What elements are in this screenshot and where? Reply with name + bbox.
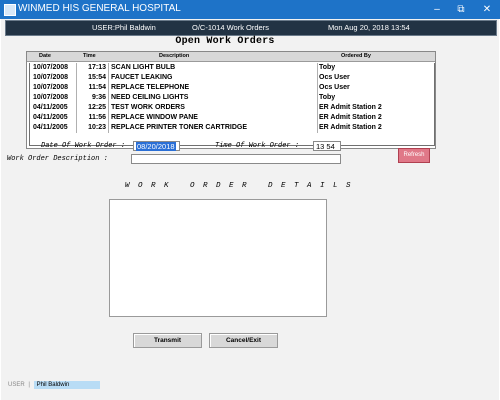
- description-label: Work Order Description :: [7, 155, 108, 163]
- cell-description: REPLACE WINDOW PANE: [111, 114, 198, 121]
- status-user: Phil Baldwin: [33, 381, 100, 389]
- cell-time: 10:23: [88, 124, 106, 131]
- cell-date: 04/11/2005: [33, 114, 68, 121]
- window-title: WINMED HIS GENERAL HOSPITAL: [18, 3, 181, 14]
- description-field[interactable]: [131, 154, 341, 164]
- info-user: USER:Phil Baldwin: [92, 23, 156, 32]
- header-description[interactable]: Description: [159, 53, 189, 59]
- cell-date: 10/07/2008: [33, 64, 69, 71]
- table-row[interactable]: 10/07/2008 15:54 FAUCET LEAKING Ocs User: [30, 74, 434, 84]
- status-bar: USER | Phil Baldwin: [8, 381, 100, 389]
- cell-date: 10/07/2008: [33, 94, 69, 101]
- cell-ordered-by: Ocs User: [319, 84, 350, 91]
- header-time[interactable]: Time: [83, 53, 96, 59]
- app-icon: [4, 4, 16, 16]
- cell-description: SCAN LIGHT BULB: [111, 64, 176, 71]
- cell-time: 17:13: [88, 64, 106, 71]
- cell-date: 04/11/2005: [33, 104, 68, 111]
- status-label: USER: [8, 382, 25, 388]
- date-field[interactable]: 08/20/2018: [133, 141, 180, 151]
- cell-description: FAUCET LEAKING: [111, 74, 173, 81]
- table-row[interactable]: 04/11/2005 11:56 REPLACE WINDOW PANE ER …: [30, 114, 434, 124]
- header-date[interactable]: Date: [39, 53, 51, 59]
- table-header: Date Time Description Ordered By: [27, 52, 435, 62]
- cell-ordered-by: Toby: [319, 94, 336, 101]
- details-textarea[interactable]: [109, 199, 327, 317]
- date-label: Date Of Work Order :: [41, 142, 126, 150]
- info-datetime: Mon Aug 20, 2018 13:54: [328, 23, 410, 32]
- cell-ordered-by: ER Admit Station 2: [319, 104, 382, 111]
- cell-description: TEST WORK ORDERS: [111, 104, 185, 111]
- cell-description: REPLACE TELEPHONE: [111, 84, 190, 91]
- table-row[interactable]: 10/07/2008 9:36 NEED CEILING LIGHTS Toby: [30, 94, 434, 104]
- status-separator: |: [28, 382, 30, 388]
- cell-time: 11:56: [88, 114, 106, 121]
- time-field[interactable]: 13 54: [313, 141, 341, 151]
- table-row[interactable]: 10/07/2008 11:54 REPLACE TELEPHONE Ocs U…: [30, 84, 434, 94]
- info-bar: USER:Phil Baldwin O/C-1014 Work Orders M…: [5, 20, 497, 36]
- details-heading: WORK ORDER DETAILS: [125, 182, 360, 190]
- cell-time: 15:54: [88, 74, 106, 81]
- table-body: 10/07/2008 17:13 SCAN LIGHT BULB Toby 10…: [29, 63, 435, 146]
- time-label: Time Of Work Order :: [215, 142, 300, 150]
- cell-time: 9:36: [91, 94, 106, 101]
- transmit-button[interactable]: Transmit: [133, 333, 202, 348]
- table-row[interactable]: 04/11/2005 12:25 TEST WORK ORDERS ER Adm…: [30, 104, 434, 114]
- info-screen-name: O/C-1014 Work Orders: [192, 23, 269, 32]
- table-row[interactable]: 10/07/2008 17:13 SCAN LIGHT BULB Toby: [30, 64, 434, 74]
- close-button[interactable]: ✕: [474, 0, 500, 19]
- table-row[interactable]: 04/11/2005 10:23 REPLACE PRINTER TONER C…: [30, 124, 434, 134]
- cell-description: REPLACE PRINTER TONER CARTRIDGE: [111, 124, 247, 131]
- cell-time: 11:54: [88, 84, 106, 91]
- cell-ordered-by: ER Admit Station 2: [319, 124, 382, 131]
- window-titlebar[interactable]: WINMED HIS GENERAL HOSPITAL – ⧉ ✕: [0, 0, 500, 19]
- cell-ordered-by: Ocs User: [319, 74, 350, 81]
- cell-description: NEED CEILING LIGHTS: [111, 94, 189, 101]
- refresh-button[interactable]: Refresh: [398, 148, 430, 163]
- page-title: Open Work Orders: [175, 36, 275, 47]
- cancel-exit-button[interactable]: Cancel/Exit: [209, 333, 278, 348]
- cell-ordered-by: Toby: [319, 64, 336, 71]
- cell-date: 10/07/2008: [33, 84, 69, 91]
- minimize-button[interactable]: –: [424, 0, 450, 19]
- maximize-button[interactable]: ⧉: [448, 0, 474, 19]
- main-panel: USER:Phil Baldwin O/C-1014 Work Orders M…: [1, 19, 499, 400]
- cell-date: 04/11/2005: [33, 124, 68, 131]
- cell-ordered-by: ER Admit Station 2: [319, 114, 382, 121]
- work-orders-table: Date Time Description Ordered By 10/07/2…: [26, 51, 436, 149]
- header-ordered-by[interactable]: Ordered By: [341, 53, 371, 59]
- date-value: 08/20/2018: [136, 142, 176, 151]
- cell-time: 12:25: [88, 104, 106, 111]
- cell-date: 10/07/2008: [33, 74, 69, 81]
